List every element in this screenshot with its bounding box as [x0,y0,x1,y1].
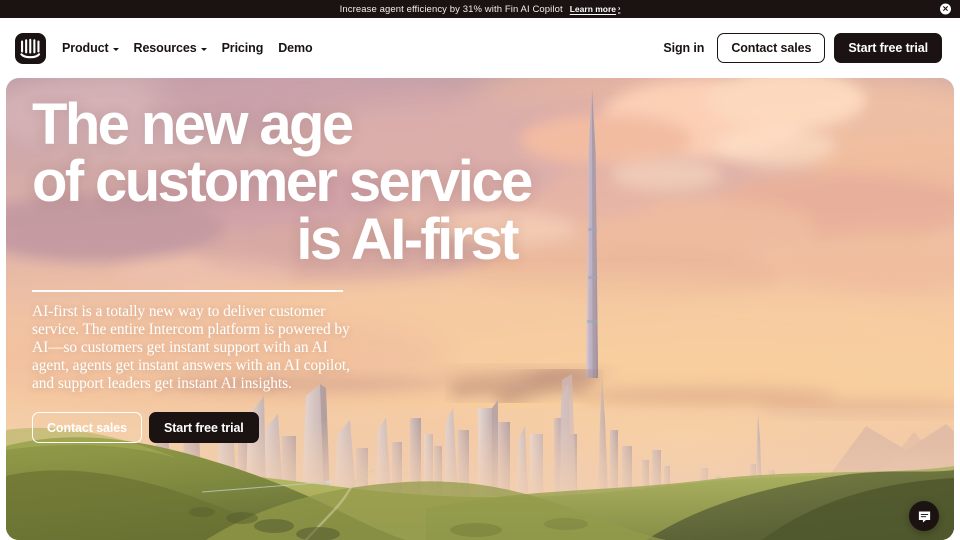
hero-description: AI-first is a totally new way to deliver… [32,302,350,393]
nav-item-pricing[interactable]: Pricing [222,41,264,55]
nav-item-product[interactable]: Product [62,41,119,55]
chevron-down-icon [112,47,119,51]
intercom-logo-icon[interactable] [15,32,46,64]
sign-in-link[interactable]: Sign in [659,41,708,55]
hero-cta-group: Contact sales Start free trial [32,412,532,444]
headline-line-3: is AI-first [296,206,519,272]
nav-links: Product Resources Pricing Demo [62,41,313,55]
announcement-text: Increase agent efficiency by 31% with Fi… [339,3,563,15]
headline-line-1: The new age [32,92,354,157]
site-header: Product Resources Pricing Demo Sign in C… [0,18,960,78]
auth-actions-container: Sign in Contact sales Start free trial [650,25,951,71]
hero-content: The new age of customer service is AI-fi… [32,92,533,444]
chevron-down-icon [200,47,207,51]
hero-section: The new age of customer service is AI-fi… [6,78,954,540]
hero-start-free-trial-button[interactable]: Start free trial [148,412,259,444]
announcement-learn-more-link[interactable]: Learn more › [570,4,621,14]
nav-item-product-label: Product [62,41,109,55]
primary-nav-container: Product Resources Pricing Demo [9,25,325,71]
chevron-right-icon: › [618,5,621,12]
hero-contact-sales-button[interactable]: Contact sales [32,412,142,444]
nav-item-resources[interactable]: Resources [134,41,207,55]
headline-line-2: of customer service [32,149,533,215]
nav-item-demo[interactable]: Demo [278,41,312,55]
page-title: The new age of customer service is AI-fi… [32,92,533,272]
announcement-learn-more-label: Learn more [569,4,617,14]
nav-item-resources-label: Resources [133,41,197,55]
divider [32,290,343,292]
chat-launcher-button[interactable] [909,501,939,531]
close-icon[interactable]: ✕ [940,3,951,15]
start-free-trial-button[interactable]: Start free trial [834,33,942,63]
announcement-banner: Increase agent efficiency by 31% with Fi… [0,0,960,18]
speech-bubble-icon [918,510,930,522]
contact-sales-button[interactable]: Contact sales [717,33,826,63]
